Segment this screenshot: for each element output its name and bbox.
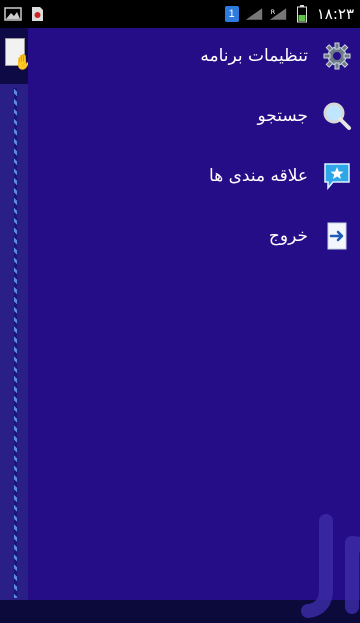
gear-icon (322, 41, 352, 71)
menu-item-settings[interactable]: تنظیمات برنامه (200, 36, 352, 76)
menu-toggle-icon[interactable]: ✋ (5, 38, 33, 71)
background-stripe (14, 88, 17, 598)
navigation-drawer: تنظیمات برنامه جستجو علاقه مندی ها خروج (28, 28, 360, 618)
wifi-signal-icon (245, 6, 263, 22)
sd-card-icon (28, 6, 46, 22)
menu-item-label: علاقه مندی ها (209, 166, 308, 186)
logo-watermark-icon (301, 514, 360, 618)
menu-item-label: خروج (268, 226, 308, 246)
image-icon (4, 6, 22, 22)
roaming-signal-icon: R (269, 6, 287, 22)
status-time: ۱۸:۲۳ (316, 5, 354, 23)
menu-item-exit[interactable]: خروج (269, 216, 352, 256)
status-right-icons: 1 R ۱۸:۲۳ (224, 4, 354, 24)
svg-text:R: R (270, 8, 275, 16)
battery-icon (293, 5, 311, 23)
menu-item-search[interactable]: جستجو (257, 96, 352, 136)
notification-badge: 1 (224, 6, 239, 22)
background-app: ✋ (0, 28, 33, 600)
menu-item-favorites[interactable]: علاقه مندی ها (209, 156, 352, 196)
star-message-icon (322, 161, 352, 191)
menu-item-label: جستجو (257, 106, 308, 126)
search-icon (322, 101, 352, 131)
status-left-icons (4, 4, 46, 24)
exit-arrow-icon (322, 221, 352, 251)
status-bar: 1 R ۱۸:۲۳ (0, 0, 360, 28)
background-app-header: ✋ (0, 28, 33, 84)
menu-item-label: تنظیمات برنامه (200, 46, 308, 66)
